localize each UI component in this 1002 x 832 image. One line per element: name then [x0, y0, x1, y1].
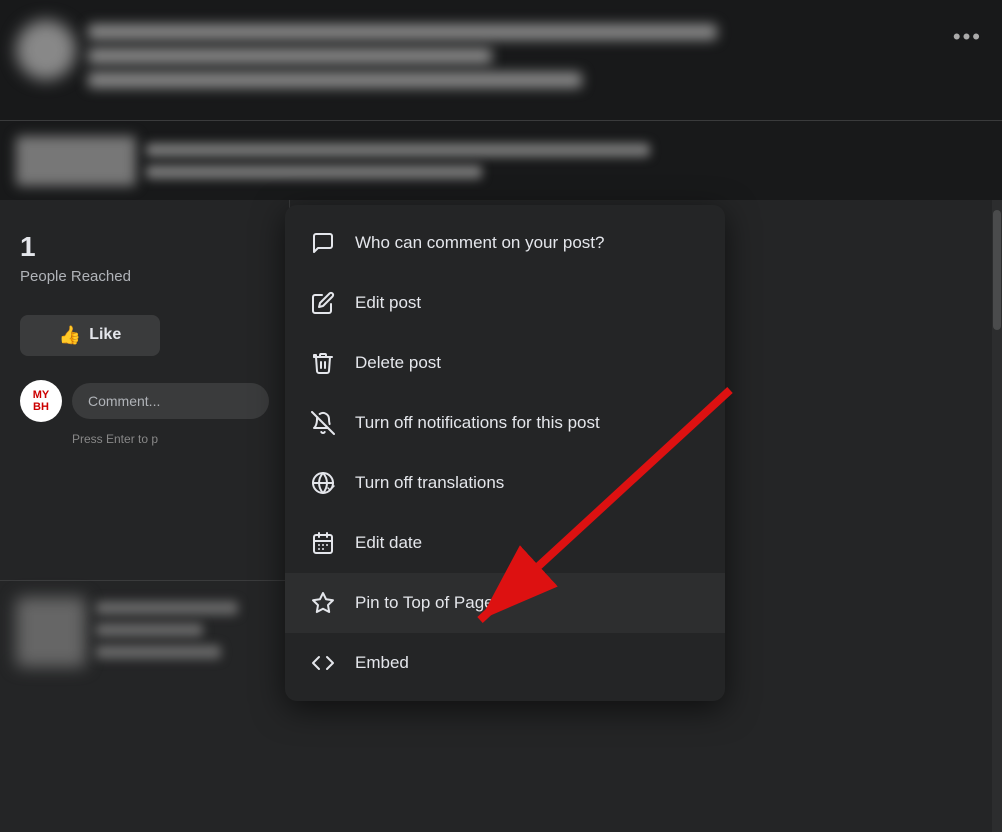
edit-icon	[305, 285, 341, 321]
comment-icon	[305, 225, 341, 261]
post-options-menu: Who can comment on your post? Edit post …	[285, 205, 725, 701]
comment-area: MY BH Comment...	[20, 380, 269, 422]
menu-item-edit-date[interactable]: Edit date	[285, 513, 725, 573]
more-options-dots[interactable]: •••	[953, 24, 982, 50]
edit-date-label: Edit date	[355, 533, 422, 553]
post-subheader	[0, 120, 1002, 200]
blurred-post-item	[0, 580, 290, 832]
menu-item-edit-post[interactable]: Edit post	[285, 273, 725, 333]
blurred-text-block	[88, 20, 986, 88]
menu-item-pin-to-top[interactable]: Pin to Top of Page	[285, 573, 725, 633]
menu-item-embed[interactable]: Embed	[285, 633, 725, 693]
menu-item-turn-off-notifications[interactable]: Turn off notifications for this post	[285, 393, 725, 453]
thumbs-up-icon: 👍	[59, 325, 81, 346]
menu-item-delete-post[interactable]: Delete post	[285, 333, 725, 393]
scrollbar-track	[992, 200, 1002, 832]
blurred-line-1	[88, 24, 717, 40]
globe-edit-icon	[305, 465, 341, 501]
blurred-thumbnail	[16, 136, 136, 186]
avatar: MY BH	[20, 380, 62, 422]
pin-to-top-label: Pin to Top of Page	[355, 593, 494, 613]
code-icon	[305, 645, 341, 681]
blurred-line-3	[88, 72, 582, 88]
like-button[interactable]: 👍 Like	[20, 315, 160, 356]
calendar-icon	[305, 525, 341, 561]
blurred-post-line-2	[96, 623, 203, 637]
trash-icon	[305, 345, 341, 381]
pin-icon	[305, 585, 341, 621]
turn-off-translations-label: Turn off translations	[355, 473, 504, 493]
blurred-text-sub-1	[146, 143, 650, 157]
blurred-avatar	[16, 20, 76, 80]
menu-item-who-can-comment[interactable]: Who can comment on your post?	[285, 213, 725, 273]
edit-post-label: Edit post	[355, 293, 421, 313]
press-enter-hint: Press Enter to p	[72, 432, 269, 446]
like-button-label: Like	[89, 326, 121, 344]
blurred-line-2	[88, 48, 492, 64]
blurred-post-line-1	[96, 601, 238, 615]
delete-post-label: Delete post	[355, 353, 441, 373]
people-reached-label: People Reached	[20, 268, 269, 285]
people-reached-count: 1	[20, 230, 269, 264]
who-can-comment-label: Who can comment on your post?	[355, 233, 604, 253]
blurred-text-sub-2	[146, 165, 482, 179]
embed-label: Embed	[355, 653, 409, 673]
bell-off-icon	[305, 405, 341, 441]
blurred-post-thumbnail	[16, 597, 86, 667]
blurred-post-line-3	[96, 645, 221, 659]
comment-input[interactable]: Comment...	[72, 383, 269, 419]
scrollbar-thumb[interactable]	[993, 210, 1001, 330]
menu-item-turn-off-translations[interactable]: Turn off translations	[285, 453, 725, 513]
turn-off-notifications-label: Turn off notifications for this post	[355, 413, 600, 433]
